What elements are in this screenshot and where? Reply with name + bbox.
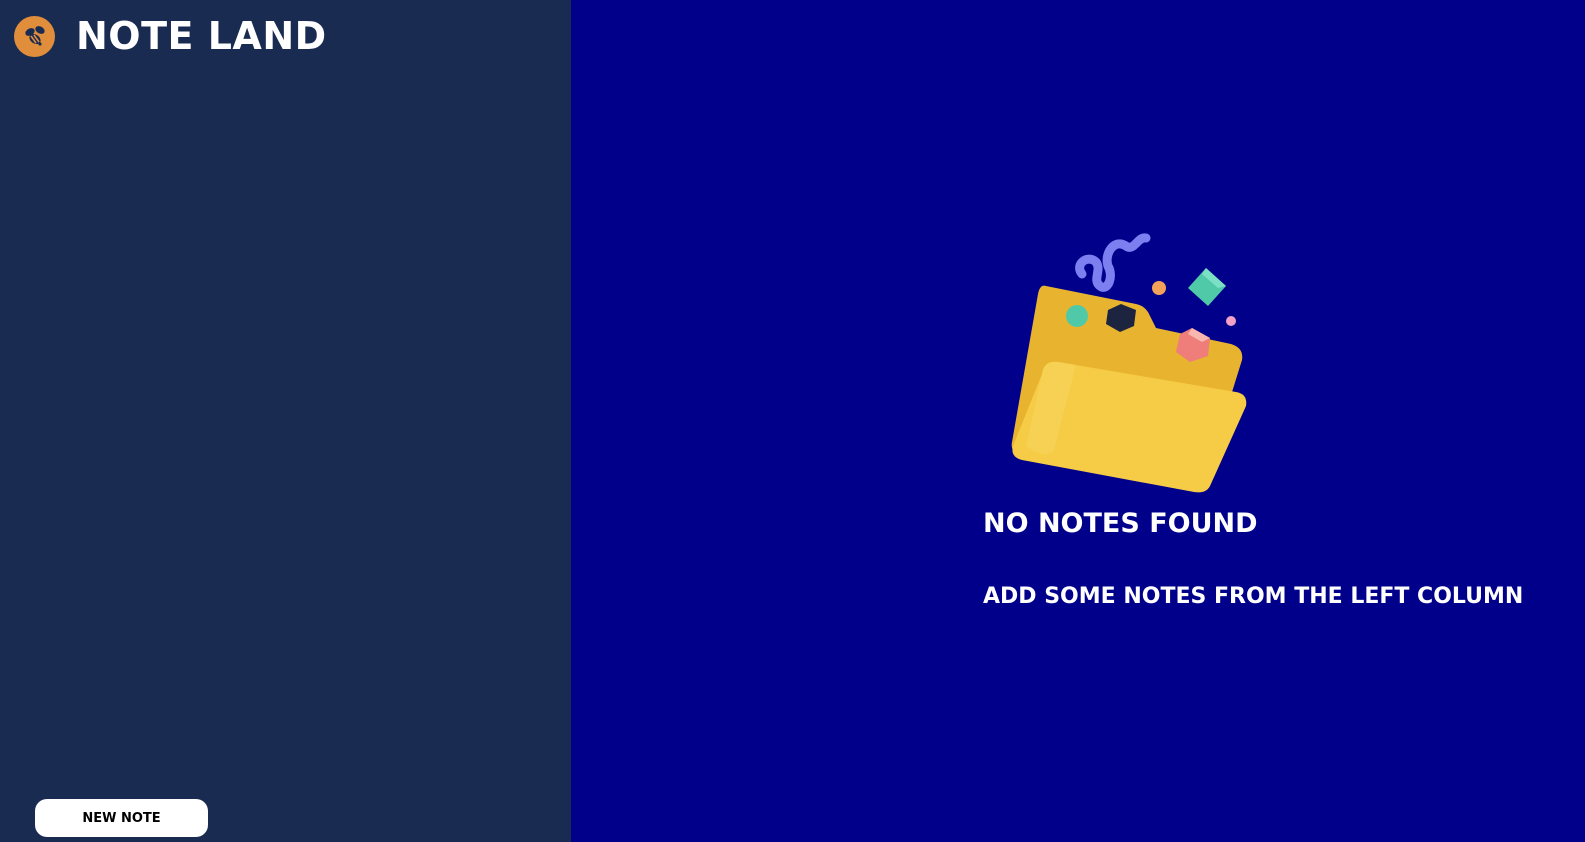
- brand: NOTE LAND: [14, 14, 327, 58]
- app-title: NOTE LAND: [76, 14, 327, 58]
- new-note-button[interactable]: NEW NOTE: [35, 799, 208, 837]
- main-panel: NO NOTES FOUND ADD SOME NOTES FROM THE L…: [571, 0, 1585, 842]
- app-window: NOTE LAND NEW NOTE NO NOTES FOUND ADD SO…: [0, 0, 1585, 842]
- open-folder-icon: [996, 224, 1256, 499]
- bee-icon: [14, 15, 55, 57]
- empty-state-subtitle: ADD SOME NOTES FROM THE LEFT COLUMN: [983, 584, 1524, 609]
- sidebar: NOTE LAND NEW NOTE: [0, 0, 571, 842]
- empty-state-title: NO NOTES FOUND: [983, 508, 1258, 539]
